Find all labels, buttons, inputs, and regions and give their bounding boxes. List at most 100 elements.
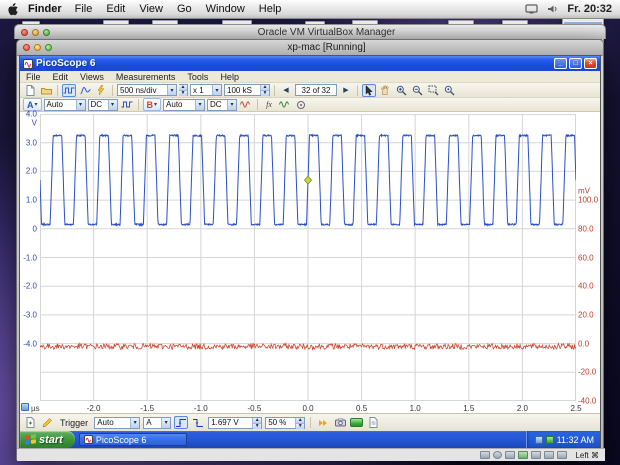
start-label: start — [39, 433, 63, 446]
displays-menu-icon[interactable] — [525, 4, 538, 14]
picoscope-menu-item[interactable]: Tools — [181, 72, 214, 82]
display-status-icon[interactable] — [557, 451, 568, 459]
trigger-marker[interactable] — [303, 175, 313, 185]
vm-window-controls[interactable] — [23, 44, 52, 51]
signal-generator-button[interactable] — [278, 98, 292, 111]
trigger-threshold-field[interactable]: 1.697 V ▲ ▼ — [208, 416, 263, 429]
spectrum-view-button[interactable] — [78, 84, 92, 97]
mac-menu-item[interactable]: Go — [177, 3, 192, 15]
right-axis-tick: 20.0 — [578, 310, 594, 320]
rising-edge-button[interactable] — [174, 416, 189, 429]
shared-folders-status-icon[interactable] — [544, 451, 555, 459]
zoom-in-tool-button[interactable] — [394, 84, 408, 97]
threshold-spinner[interactable]: ▲ ▼ — [252, 417, 262, 429]
buffer-position-field[interactable]: 32 of 32 — [295, 84, 337, 96]
floppy-status-icon[interactable] — [505, 451, 516, 459]
mac-menu-item[interactable]: Edit — [106, 3, 125, 15]
trigger-source-select[interactable]: A ▾ — [143, 416, 172, 429]
channel-a-range-select[interactable]: Auto ▾ — [43, 98, 86, 111]
maximize-icon: □ — [573, 59, 578, 67]
scope-view-button[interactable] — [62, 83, 76, 97]
falling-edge-button[interactable] — [191, 416, 205, 429]
dropdown-arrow-icon: ▾ — [167, 85, 176, 95]
scope-graph-area[interactable]: 4.0 3.0 2.0 1.0 0 -1.0 -2.0 -3.0 -4.0 V 100.0 80.0… — [20, 110, 600, 413]
mac-menu-item[interactable]: Help — [259, 3, 282, 15]
picoscope-menu-item[interactable]: Edit — [47, 72, 75, 82]
channel-b-options-button[interactable] — [239, 98, 253, 111]
close-button[interactable]: × — [584, 58, 597, 69]
picoscope-menu-item[interactable]: Help — [214, 72, 245, 82]
channel-b-range-select[interactable]: Auto ▾ — [163, 98, 206, 111]
marquee-zoom-tool-button[interactable] — [426, 84, 440, 97]
timebase-select[interactable]: 500 ns/div ▾ — [117, 84, 177, 96]
tray-icon-display[interactable] — [534, 435, 543, 444]
timebase-spinner[interactable]: ▲ ▼ — [179, 84, 188, 96]
pre-trigger-spinner[interactable]: ▲ ▼ — [295, 417, 305, 429]
minimize-button[interactable]: _ — [554, 58, 567, 69]
apple-menu[interactable] — [8, 2, 19, 16]
channel-a-options-button[interactable] — [120, 98, 134, 111]
measurements-add-button[interactable] — [23, 416, 37, 429]
select-tool-button[interactable] — [362, 83, 376, 97]
scope-plot[interactable] — [40, 114, 576, 401]
channel-b-coupling-select[interactable]: DC ▾ — [207, 98, 238, 111]
picoscope-menu-item[interactable]: Measurements — [110, 72, 182, 82]
samples-field[interactable]: 100 kS ▲ ▼ — [224, 84, 270, 96]
maximize-button[interactable]: □ — [569, 58, 582, 69]
x-axis-scroll-handle[interactable] — [21, 403, 29, 411]
zoom-factor-select[interactable]: x 1 ▾ — [190, 84, 222, 96]
cd-status-icon[interactable] — [493, 451, 503, 459]
channel-a-coupling-select[interactable]: DC ▾ — [87, 98, 118, 111]
picoscope-menubar: File Edit Views Measurements Tools Help — [20, 71, 600, 83]
next-buffer-button[interactable]: ▶ — [339, 84, 353, 97]
taskbar-button-picoscope[interactable]: PicoScope 6 — [78, 433, 187, 446]
notes-button[interactable] — [366, 416, 380, 429]
samples-spinner[interactable]: ▲ ▼ — [260, 85, 269, 96]
spin-down-icon[interactable]: ▼ — [261, 91, 269, 96]
spin-down-icon[interactable]: ▼ — [179, 91, 187, 96]
mac-menu-item[interactable]: View — [139, 3, 163, 15]
channel-b-button[interactable]: B ▾ — [142, 98, 162, 111]
usb-status-icon[interactable] — [531, 451, 542, 459]
spin-down-icon[interactable]: ▼ — [253, 423, 262, 429]
windows-flag-icon — [25, 434, 36, 445]
apple-icon — [8, 2, 18, 15]
probes-button[interactable] — [294, 98, 308, 111]
picoscope-menu-item[interactable]: Views — [74, 72, 110, 82]
active-app-menu[interactable]: Finder — [28, 3, 62, 15]
math-channels-button[interactable]: fx — [262, 98, 276, 111]
zoom-full-button[interactable] — [442, 84, 456, 97]
task-button-label: PicoScope 6 — [95, 434, 147, 445]
spin-down-icon[interactable]: ▼ — [296, 423, 305, 429]
vm-window-titlebar[interactable]: xp-mac [Running] — [17, 40, 603, 56]
trigger-mode-select[interactable]: Auto ▾ — [94, 416, 141, 429]
pre-trigger-field[interactable]: 50 % ▲ ▼ — [265, 416, 306, 429]
mac-menu-item[interactable]: Window — [206, 3, 245, 15]
rapid-trigger-button[interactable] — [316, 416, 330, 429]
menubar-clock[interactable]: Fr. 20:32 — [567, 3, 612, 15]
network-status-icon[interactable] — [518, 451, 529, 459]
zoom-out-tool-button[interactable] — [410, 84, 424, 97]
dropdown-arrow-icon: ▾ — [227, 99, 237, 110]
start-button[interactable]: start — [20, 431, 75, 448]
manager-window-controls[interactable] — [21, 28, 50, 36]
probe-icon — [297, 100, 306, 109]
open-file-button[interactable] — [39, 84, 53, 97]
volume-menu-icon[interactable] — [547, 4, 558, 14]
previous-buffer-button[interactable]: ◀ — [279, 84, 293, 97]
vbox-manager-titlebar[interactable]: Oracle VM VirtualBox Manager — [14, 24, 606, 39]
measurements-edit-button[interactable] — [40, 416, 54, 429]
tray-icon-status[interactable] — [545, 435, 554, 444]
new-capture-button[interactable] — [23, 84, 37, 97]
persistence-mode-button[interactable] — [94, 84, 108, 97]
picoscope-trigger-toolbar: Trigger Auto ▾ A ▾ 1.697 V ▲ ▼ 50 % ▲ ▼ — [20, 413, 600, 431]
zoom-in-icon — [396, 85, 406, 95]
picoscope-menu-item[interactable]: File — [20, 72, 47, 82]
host-key-label: Left ⌘ — [575, 450, 599, 460]
mac-menu-item[interactable]: File — [75, 3, 93, 15]
pan-tool-button[interactable] — [378, 84, 392, 97]
picoscope-titlebar[interactable]: PicoScope 6 _ □ × — [20, 56, 600, 71]
save-on-trigger-button[interactable] — [333, 416, 347, 429]
hdd-status-icon[interactable] — [480, 451, 491, 459]
falling-edge-icon — [193, 418, 204, 427]
